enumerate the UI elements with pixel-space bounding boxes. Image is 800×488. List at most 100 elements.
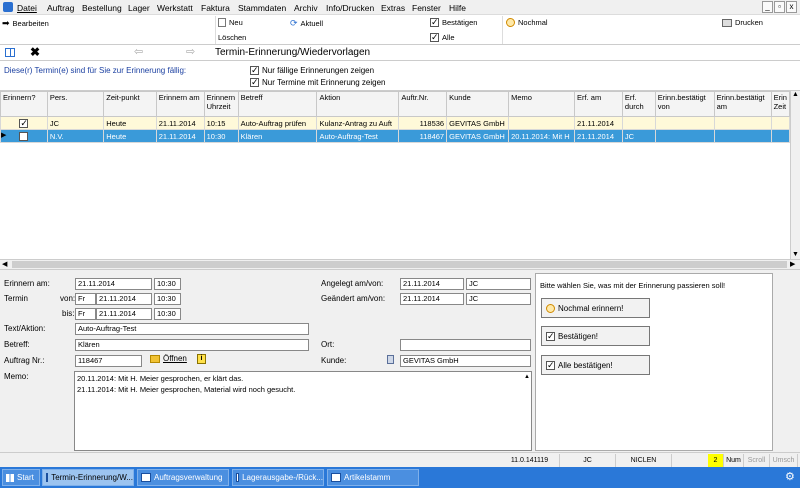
checkbox-icon[interactable] [19,118,29,128]
table-cell[interactable]: 10:15 [203,116,239,130]
table-cell[interactable]: 10:30 [203,129,239,143]
table-cell[interactable] [713,116,772,130]
nochmal-button[interactable]: Nochmal [506,18,548,27]
nochmal-erinnern-button[interactable]: Nochmal erinnern! [541,298,650,318]
alle-toggle[interactable]: Alle [430,32,455,42]
grid-horizontal-scrollbar[interactable]: ◀ ▶ [0,259,800,270]
column-header[interactable]: Pers. [46,91,105,117]
column-header[interactable]: Aktion [316,91,400,117]
back-arrow-icon[interactable]: ⇦ [134,45,143,58]
table-cell[interactable] [508,116,576,130]
table-cell[interactable]: N.V. [46,129,105,143]
erinnern-am-date-field[interactable]: 21.11.2014 [75,278,152,290]
app-icon[interactable] [3,2,13,12]
betreff-field[interactable]: Klären [75,339,309,351]
task-auftragsverwaltung[interactable]: Auftragsverwaltung [137,469,229,486]
grid-vertical-scrollbar[interactable]: ▲ ▼ [790,91,800,260]
bestaetigen-toggle[interactable]: Bestätigen [430,17,477,27]
table-cell[interactable]: JC [46,116,105,130]
table-row[interactable]: JCHeute21.11.201410:15Auto-Auftrag prüfe… [0,116,791,130]
info-icon[interactable]: i [197,354,206,364]
column-header[interactable]: Erinn.bestätigt am [713,91,772,117]
von-date-field[interactable]: 21.11.2014 [96,293,152,305]
menu-archiv[interactable]: Archiv [294,3,318,13]
table-cell[interactable]: Auto-Auftrag-Test [316,129,400,143]
close-x-icon[interactable]: ✖ [30,45,40,59]
neu-button[interactable]: Neu [218,18,243,27]
alle-bestaetigen-button[interactable]: Alle bestätigen! [541,355,650,375]
filter-option-faellige[interactable]: Nur fällige Erinnerungen zeigen [250,65,374,75]
settings-gear-icon[interactable]: ⚙ [785,470,795,483]
menu-faktura[interactable]: Faktura [201,3,230,13]
table-cell[interactable] [654,116,715,130]
table-cell[interactable]: GEVITAS GmbH [446,129,510,143]
customer-card-icon[interactable] [387,355,394,364]
table-cell[interactable]: 21.11.2014 [155,116,205,130]
bestaetigen-button[interactable]: Bestätigen! [541,326,650,346]
menu-extras[interactable]: Extras [381,3,405,13]
menu-auftrag[interactable]: Auftrag [47,3,74,13]
forward-arrow-icon[interactable]: ⇨ [186,45,195,58]
table-cell[interactable]: 118467 [398,129,448,143]
auftrag-field[interactable]: 118467 [75,355,142,367]
erinnern-checkbox-cell[interactable] [0,116,48,130]
von-day-field[interactable]: Fr [75,293,96,305]
erinnern-checkbox-cell[interactable]: ▶ [0,129,48,143]
table-cell[interactable] [713,129,772,143]
table-cell[interactable]: 21.11.2014 [574,129,623,143]
bis-day-field[interactable]: Fr [75,308,96,320]
scroll-left-icon[interactable]: ◀ [2,260,7,268]
text-aktion-field[interactable]: Auto-Auftrag-Test [75,323,309,335]
oeffnen-link[interactable]: Öffnen [150,354,187,363]
column-header[interactable]: Zeit-punkt [103,91,157,117]
column-header[interactable]: Erinnern am [155,91,205,117]
table-cell[interactable] [654,129,715,143]
von-time-field[interactable]: 10:30 [154,293,181,305]
bearbeiten-button[interactable]: ➡ Bearbeiten [2,18,49,29]
memo-textarea[interactable]: 20.11.2014: Mit H. Meier gesprochen, er … [74,371,532,451]
task-artikelstamm[interactable]: Artikelstamm [327,469,419,486]
column-header[interactable]: Erinnern? [0,91,48,117]
column-header[interactable]: Erf. durch [621,91,656,117]
table-cell[interactable]: 20.11.2014: Mit H [508,129,576,143]
filter-option-mit-erinnerung[interactable]: Nur Termine mit Erinnerung zeigen [250,77,385,87]
table-cell[interactable]: Auto-Auftrag prüfen [237,116,318,130]
menu-fenster[interactable]: Fenster [412,3,441,13]
column-header[interactable]: Betreff [237,91,318,117]
menu-stammdaten[interactable]: Stammdaten [238,3,286,13]
table-cell[interactable]: Klären [237,129,318,143]
bis-date-field[interactable]: 21.11.2014 [96,308,152,320]
column-header[interactable]: Erinn.bestätigt von [654,91,715,117]
table-cell[interactable] [770,129,791,143]
drucken-button[interactable]: Drucken [722,18,763,27]
close-button[interactable]: x [786,1,797,13]
bis-time-field[interactable]: 10:30 [154,308,181,320]
memo-scroll-up-icon[interactable]: ▲ [524,372,530,383]
menu-werkstatt[interactable]: Werkstatt [157,3,193,13]
erinnern-am-time-field[interactable]: 10:30 [154,278,181,290]
menu-info-drucken[interactable]: Info/Drucken [326,3,374,13]
column-header[interactable]: Erin Zeit [770,91,791,117]
scroll-thumb[interactable] [12,261,787,268]
table-cell[interactable]: 21.11.2014 [155,129,205,143]
checkbox-icon[interactable] [19,131,29,141]
menu-bestellung[interactable]: Bestellung [82,3,122,13]
column-header[interactable]: Erf. am [574,91,623,117]
right-panel-scrollbar[interactable] [775,273,785,451]
table-cell[interactable]: Heute [103,116,157,130]
kunde-field[interactable]: GEVITAS GmbH [400,355,531,367]
loeschen-button[interactable]: Löschen [218,33,246,42]
menu-lager[interactable]: Lager [128,3,150,13]
column-header[interactable]: Kunde [446,91,510,117]
column-header[interactable]: Memo [508,91,576,117]
menu-datei[interactable]: Datei [17,3,37,13]
table-cell[interactable] [621,116,656,130]
task-termin-erinnerung[interactable]: Termin-Erinnerung/W... [42,469,134,486]
column-header[interactable]: Auftr.Nr. [398,91,448,117]
table-cell[interactable] [770,116,791,130]
table-cell[interactable]: 118536 [398,116,448,130]
scroll-right-icon[interactable]: ▶ [790,260,795,268]
table-cell[interactable]: Kulanz-Antrag zu Auft [316,116,400,130]
start-button[interactable]: Start [2,469,40,486]
table-cell[interactable]: Heute [103,129,157,143]
